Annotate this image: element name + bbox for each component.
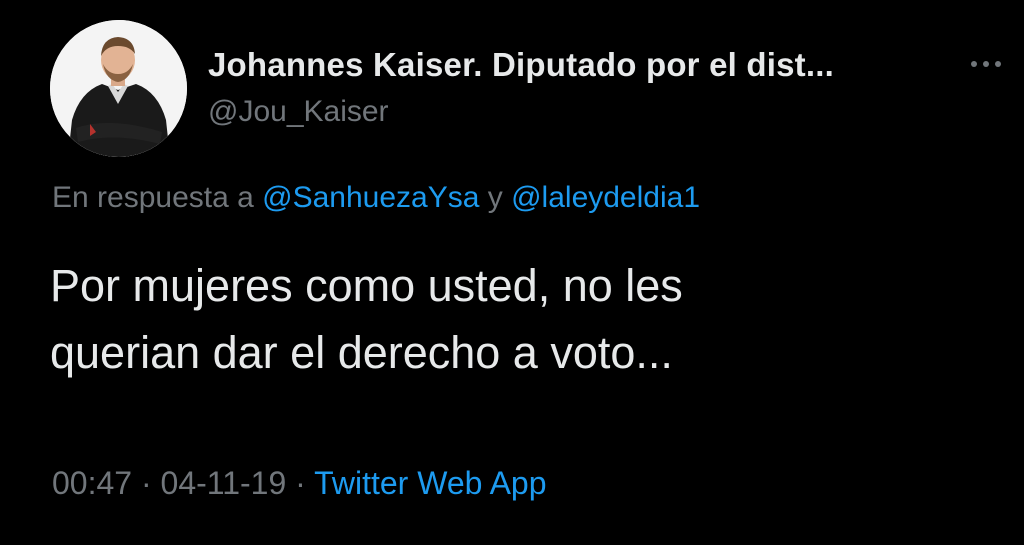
tweet-text: Por mujeres como usted, no les querian d…: [50, 252, 950, 386]
author-display-name[interactable]: Johannes Kaiser. Diputado por el dist...: [208, 46, 834, 84]
tweet-meta: 00:47 · 04-11-19 · Twitter Web App: [52, 465, 547, 502]
reply-context: En respuesta a @SanhuezaYsa y @laleydeld…: [52, 181, 700, 215]
author-handle[interactable]: @Jou_Kaiser: [208, 95, 389, 129]
meta-separator: ·: [140, 465, 152, 501]
avatar[interactable]: [50, 20, 187, 157]
meta-separator: ·: [295, 465, 306, 501]
reply-conjunction: y: [487, 181, 503, 214]
tweet-time[interactable]: 00:47: [52, 465, 132, 501]
tweet-card: Johannes Kaiser. Diputado por el dist...…: [0, 0, 1024, 545]
avatar-image: [50, 20, 187, 157]
tweet-text-line: querian dar el derecho a voto...: [50, 327, 673, 378]
tweet-source-link[interactable]: Twitter Web App: [314, 465, 546, 501]
more-horizontal-icon[interactable]: [966, 52, 1006, 76]
reply-prefix: En respuesta a: [52, 181, 254, 214]
tweet-text-line: Por mujeres como usted, no les: [50, 260, 683, 311]
reply-mention-sanhuezaysa[interactable]: @SanhuezaYsa: [262, 181, 479, 214]
tweet-date[interactable]: 04-11-19: [161, 465, 287, 501]
reply-mention-laleydeldia1[interactable]: @laleydeldia1: [511, 181, 700, 214]
